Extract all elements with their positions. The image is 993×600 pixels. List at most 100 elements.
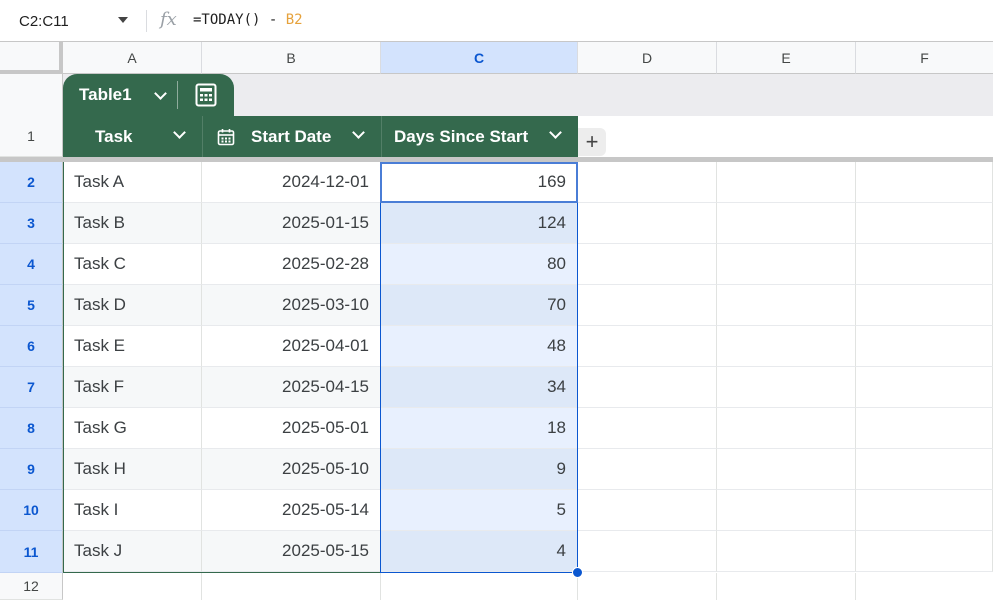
- cell-days[interactable]: 80: [381, 244, 578, 285]
- cell-empty[interactable]: [578, 449, 717, 490]
- cell-empty[interactable]: [856, 244, 993, 285]
- cell-empty[interactable]: [856, 408, 993, 449]
- cell-empty[interactable]: [578, 531, 717, 572]
- cell-empty[interactable]: [63, 573, 202, 600]
- cell-empty[interactable]: [578, 367, 717, 408]
- cell-task[interactable]: Task E: [63, 326, 202, 367]
- row-header-1[interactable]: 1: [0, 116, 63, 157]
- column-header-c[interactable]: C: [381, 42, 578, 74]
- column-header-b[interactable]: B: [202, 42, 381, 74]
- table-settings-button[interactable]: [178, 83, 234, 107]
- column-header-f[interactable]: F: [856, 42, 993, 74]
- cell-days[interactable]: 70: [381, 285, 578, 326]
- add-column-button[interactable]: +: [578, 128, 606, 156]
- name-box[interactable]: C2:C11: [0, 0, 140, 42]
- row-header-3[interactable]: 3: [0, 203, 63, 244]
- cell-empty[interactable]: [717, 573, 856, 600]
- cell-empty[interactable]: [578, 244, 717, 285]
- cell-empty[interactable]: [578, 408, 717, 449]
- cell-task[interactable]: Task C: [63, 244, 202, 285]
- header-task[interactable]: Task: [63, 116, 202, 157]
- chevron-down-icon[interactable]: [549, 126, 562, 139]
- row-header-6[interactable]: 6: [0, 326, 63, 367]
- formula-input[interactable]: =TODAY() - B2: [193, 12, 303, 28]
- row-header-4[interactable]: 4: [0, 244, 63, 285]
- cell-task[interactable]: Task G: [63, 408, 202, 449]
- cell-days[interactable]: 169: [381, 162, 578, 203]
- cell-empty[interactable]: [856, 367, 993, 408]
- table-row: Task D 2025-03-10 70: [63, 285, 993, 326]
- cell-empty[interactable]: [856, 531, 993, 572]
- cell-empty[interactable]: [717, 367, 856, 408]
- cell-empty[interactable]: [717, 531, 856, 572]
- row-header-8[interactable]: 8: [0, 408, 63, 449]
- cell-empty[interactable]: [578, 326, 717, 367]
- row-header-5[interactable]: 5: [0, 285, 63, 326]
- cell-empty[interactable]: [381, 573, 578, 600]
- cell-empty[interactable]: [717, 449, 856, 490]
- cell-empty[interactable]: [717, 408, 856, 449]
- header-start-date[interactable]: Start Date: [202, 116, 381, 157]
- cell-empty[interactable]: [717, 162, 856, 203]
- cell-start-date[interactable]: 2025-02-28: [202, 244, 381, 285]
- fill-handle[interactable]: [572, 567, 583, 578]
- cell-days[interactable]: 9: [381, 449, 578, 490]
- cell-task[interactable]: Task I: [63, 490, 202, 531]
- cell-task[interactable]: Task B: [63, 203, 202, 244]
- cell-days[interactable]: 5: [381, 490, 578, 531]
- cell-empty[interactable]: [578, 573, 717, 600]
- cell-empty[interactable]: [856, 162, 993, 203]
- chevron-down-icon[interactable]: [352, 126, 365, 139]
- cell-empty[interactable]: [717, 244, 856, 285]
- cell-empty[interactable]: [717, 285, 856, 326]
- cell-empty[interactable]: [202, 573, 381, 600]
- select-all-corner[interactable]: [0, 42, 63, 74]
- header-days-since-start[interactable]: Days Since Start: [381, 116, 578, 157]
- column-header-e[interactable]: E: [717, 42, 856, 74]
- cell-task[interactable]: Task F: [63, 367, 202, 408]
- cell-start-date[interactable]: 2025-05-01: [202, 408, 381, 449]
- row-header-9[interactable]: 9: [0, 449, 63, 490]
- row-header-11[interactable]: 11: [0, 531, 63, 573]
- cell-empty[interactable]: [856, 203, 993, 244]
- cell-empty[interactable]: [717, 326, 856, 367]
- cell-start-date[interactable]: 2025-04-15: [202, 367, 381, 408]
- column-header-a[interactable]: A: [63, 42, 202, 74]
- cell-task[interactable]: Task H: [63, 449, 202, 490]
- row-header-2[interactable]: 2: [0, 162, 63, 203]
- chevron-down-icon[interactable]: [173, 126, 186, 139]
- cell-days[interactable]: 18: [381, 408, 578, 449]
- cell-empty[interactable]: [578, 285, 717, 326]
- cell-empty[interactable]: [717, 203, 856, 244]
- cell-start-date[interactable]: 2025-05-15: [202, 531, 381, 572]
- cell-empty[interactable]: [856, 285, 993, 326]
- chevron-down-icon[interactable]: [118, 17, 128, 23]
- cell-empty[interactable]: [717, 490, 856, 531]
- column-header-d[interactable]: D: [578, 42, 717, 74]
- cell-empty[interactable]: [578, 490, 717, 531]
- cell-start-date[interactable]: 2025-01-15: [202, 203, 381, 244]
- cell-task[interactable]: Task D: [63, 285, 202, 326]
- cell-empty[interactable]: [856, 490, 993, 531]
- table-header-row: Task Start Date Days Since Start: [63, 116, 578, 157]
- cell-empty[interactable]: [578, 203, 717, 244]
- table-name-button[interactable]: Table1: [63, 85, 177, 105]
- cell-empty[interactable]: [856, 326, 993, 367]
- cell-task[interactable]: Task J: [63, 531, 202, 572]
- cell-start-date[interactable]: 2025-04-01: [202, 326, 381, 367]
- cell-empty[interactable]: [856, 449, 993, 490]
- cell-start-date[interactable]: 2025-03-10: [202, 285, 381, 326]
- cell-days[interactable]: 34: [381, 367, 578, 408]
- cell-empty[interactable]: [856, 573, 993, 600]
- cell-empty[interactable]: [578, 162, 717, 203]
- cell-days[interactable]: 4: [381, 531, 578, 572]
- row-header-10[interactable]: 10: [0, 490, 63, 531]
- cell-task[interactable]: Task A: [63, 162, 202, 203]
- cell-start-date[interactable]: 2025-05-14: [202, 490, 381, 531]
- row-header-12[interactable]: 12: [0, 573, 63, 600]
- row-header-7[interactable]: 7: [0, 367, 63, 408]
- cell-days[interactable]: 124: [381, 203, 578, 244]
- cell-start-date[interactable]: 2025-05-10: [202, 449, 381, 490]
- cell-days[interactable]: 48: [381, 326, 578, 367]
- cell-start-date[interactable]: 2024-12-01: [202, 162, 381, 203]
